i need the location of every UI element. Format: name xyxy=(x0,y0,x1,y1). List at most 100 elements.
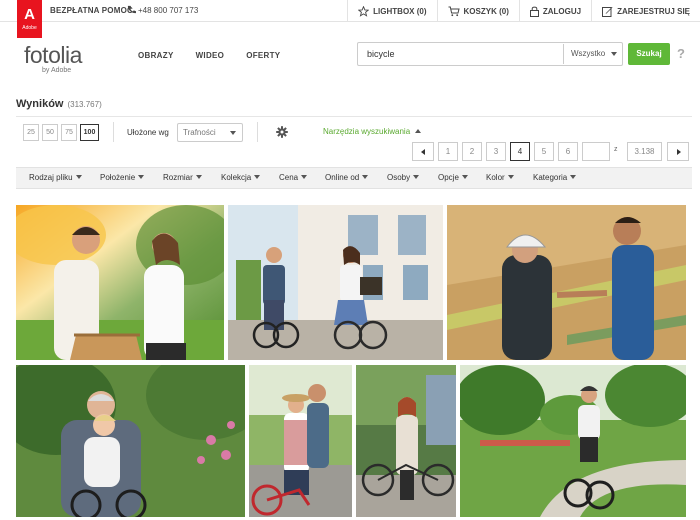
cart-icon xyxy=(448,6,460,16)
photo-thumbnail[interactable] xyxy=(16,365,245,517)
filter-label: Opcje xyxy=(438,173,459,182)
search-tools-label: Narzędzia wyszukiwania xyxy=(323,127,411,136)
thumbnail-size-selector: 25 50 75 100 xyxy=(23,124,99,141)
total-pages[interactable]: 3.138 xyxy=(627,142,662,161)
size-50-button[interactable]: 50 xyxy=(42,124,58,141)
divider xyxy=(113,122,114,142)
photo-couple-cycling-street xyxy=(228,205,443,360)
size-75-button[interactable]: 75 xyxy=(61,124,77,141)
filter-options[interactable]: Opcje xyxy=(438,173,468,182)
photo-thumbnail[interactable] xyxy=(228,205,443,360)
size-25-button[interactable]: 25 xyxy=(23,124,39,141)
filter-label: Rodzaj pliku xyxy=(29,173,73,182)
search-button[interactable]: Szukaj xyxy=(628,43,670,65)
login-label: ZALOGUJ xyxy=(542,6,582,16)
filter-people[interactable]: Osoby xyxy=(387,173,420,182)
gear-icon[interactable] xyxy=(276,126,288,138)
lightbox-link[interactable]: LIGHTBOX (0) xyxy=(347,0,436,22)
page-1-button[interactable]: 1 xyxy=(438,142,458,161)
search-box: bicycle Wszystko xyxy=(357,42,623,66)
filter-collection[interactable]: Kolekcja xyxy=(221,173,261,182)
brand-name: fotolia xyxy=(24,42,82,68)
photo-couple-with-bicycle xyxy=(16,205,224,360)
lightbox-label: LIGHTBOX (0) xyxy=(373,6,427,16)
cart-link[interactable]: KOSZYK (0) xyxy=(436,0,519,22)
adobe-logo-text: Adobe xyxy=(22,25,37,31)
adobe-logo[interactable]: A Adobe xyxy=(17,0,42,38)
sort-select[interactable]: Trafności xyxy=(177,123,243,142)
filter-label: Kolekcja xyxy=(221,173,252,182)
filter-orientation[interactable]: Położenie xyxy=(100,173,145,182)
chevron-down-icon xyxy=(301,175,308,179)
sort-label: Ułożone wg xyxy=(127,128,169,137)
chevron-down-icon xyxy=(570,175,577,179)
nav-video[interactable]: WIDEO xyxy=(196,51,225,60)
main-nav: OBRAZY WIDEO OFERTY xyxy=(138,51,280,60)
fotolia-logo[interactable]: fotolia by Adobe xyxy=(24,42,82,75)
search-input[interactable]: bicycle xyxy=(367,49,395,59)
register-link[interactable]: ZAREJESTRUJ SIĘ xyxy=(591,0,700,22)
page-number-input[interactable] xyxy=(582,142,610,161)
page-2-button[interactable]: 2 xyxy=(462,142,482,161)
star-icon xyxy=(358,5,370,17)
chevron-down-icon xyxy=(75,175,82,179)
filter-label: Kolor xyxy=(486,173,505,182)
free-help-link[interactable]: BEZPŁATNA POMOC xyxy=(50,6,133,15)
filter-color[interactable]: Kolor xyxy=(486,173,514,182)
page-of-label: z xyxy=(614,146,618,153)
chevron-left-icon xyxy=(421,149,425,155)
search-scope-value: Wszystko xyxy=(571,49,606,58)
page-3-button[interactable]: 3 xyxy=(486,142,506,161)
chevron-down-icon xyxy=(195,175,202,179)
nav-images[interactable]: OBRAZY xyxy=(138,51,174,60)
photo-thumbnail[interactable] xyxy=(460,365,686,517)
results-count: (313.767) xyxy=(67,100,102,109)
phone-icon xyxy=(127,5,136,14)
search-tools-toggle[interactable]: Narzędzia wyszukiwania xyxy=(323,127,422,136)
filter-online-since[interactable]: Online od xyxy=(325,173,369,182)
photo-couple-with-red-bicycle xyxy=(249,365,352,517)
adobe-a-icon: A xyxy=(24,6,35,23)
register-label: ZAREJESTRUJ SIĘ xyxy=(617,6,690,16)
phone-number[interactable]: +48 800 707 173 xyxy=(127,5,198,15)
filter-label: Online od xyxy=(325,173,360,182)
divider xyxy=(257,122,258,142)
photo-thumbnail[interactable] xyxy=(447,205,686,360)
photo-thumbnail[interactable] xyxy=(356,365,456,517)
filter-bar: Rodzaj pliku Położenie Rozmiar Kolekcja … xyxy=(16,167,692,189)
account-nav: LIGHTBOX (0) KOSZYK (0) ZALOGUJ ZAREJEST… xyxy=(347,0,700,22)
page-4-button[interactable]: 4 xyxy=(510,142,530,161)
photo-woman-with-bicycle-park xyxy=(356,365,456,517)
search-scope-select[interactable]: Wszystko xyxy=(563,44,623,64)
size-100-button[interactable]: 100 xyxy=(80,124,99,141)
filter-file-type[interactable]: Rodzaj pliku xyxy=(29,173,82,182)
filter-label: Osoby xyxy=(387,173,411,182)
filter-price[interactable]: Cena xyxy=(279,173,308,182)
top-bar: A Adobe BEZPŁATNA POMOC +48 800 707 173 … xyxy=(0,0,700,38)
next-page-button[interactable] xyxy=(667,142,689,161)
results-heading: Wyników (313.767) xyxy=(16,98,102,110)
filter-size[interactable]: Rozmiar xyxy=(163,173,202,182)
search-help-icon[interactable]: ? xyxy=(677,46,685,61)
photo-thumbnail[interactable] xyxy=(16,205,224,360)
photo-thumbnail[interactable] xyxy=(249,365,352,517)
chevron-down-icon xyxy=(461,175,468,179)
divider xyxy=(16,116,692,117)
filter-label: Cena xyxy=(279,173,299,182)
chevron-up-icon xyxy=(415,129,422,133)
chevron-down-icon xyxy=(362,175,369,179)
filter-category[interactable]: Kategoria xyxy=(533,173,577,182)
filter-label: Kategoria xyxy=(533,173,568,182)
phone-number-text: +48 800 707 173 xyxy=(138,6,199,15)
login-link[interactable]: ZALOGUJ xyxy=(518,0,591,22)
photo-cyclist-velodrome xyxy=(447,205,686,360)
page-5-button[interactable]: 5 xyxy=(534,142,554,161)
filter-label: Rozmiar xyxy=(163,173,193,182)
lock-icon xyxy=(529,6,539,17)
page-6-button[interactable]: 6 xyxy=(558,142,578,161)
chevron-down-icon xyxy=(230,131,236,135)
results-title: Wyników xyxy=(16,98,64,110)
chevron-down-icon xyxy=(611,52,617,56)
prev-page-button[interactable] xyxy=(412,142,434,161)
nav-offers[interactable]: OFERTY xyxy=(246,51,280,60)
